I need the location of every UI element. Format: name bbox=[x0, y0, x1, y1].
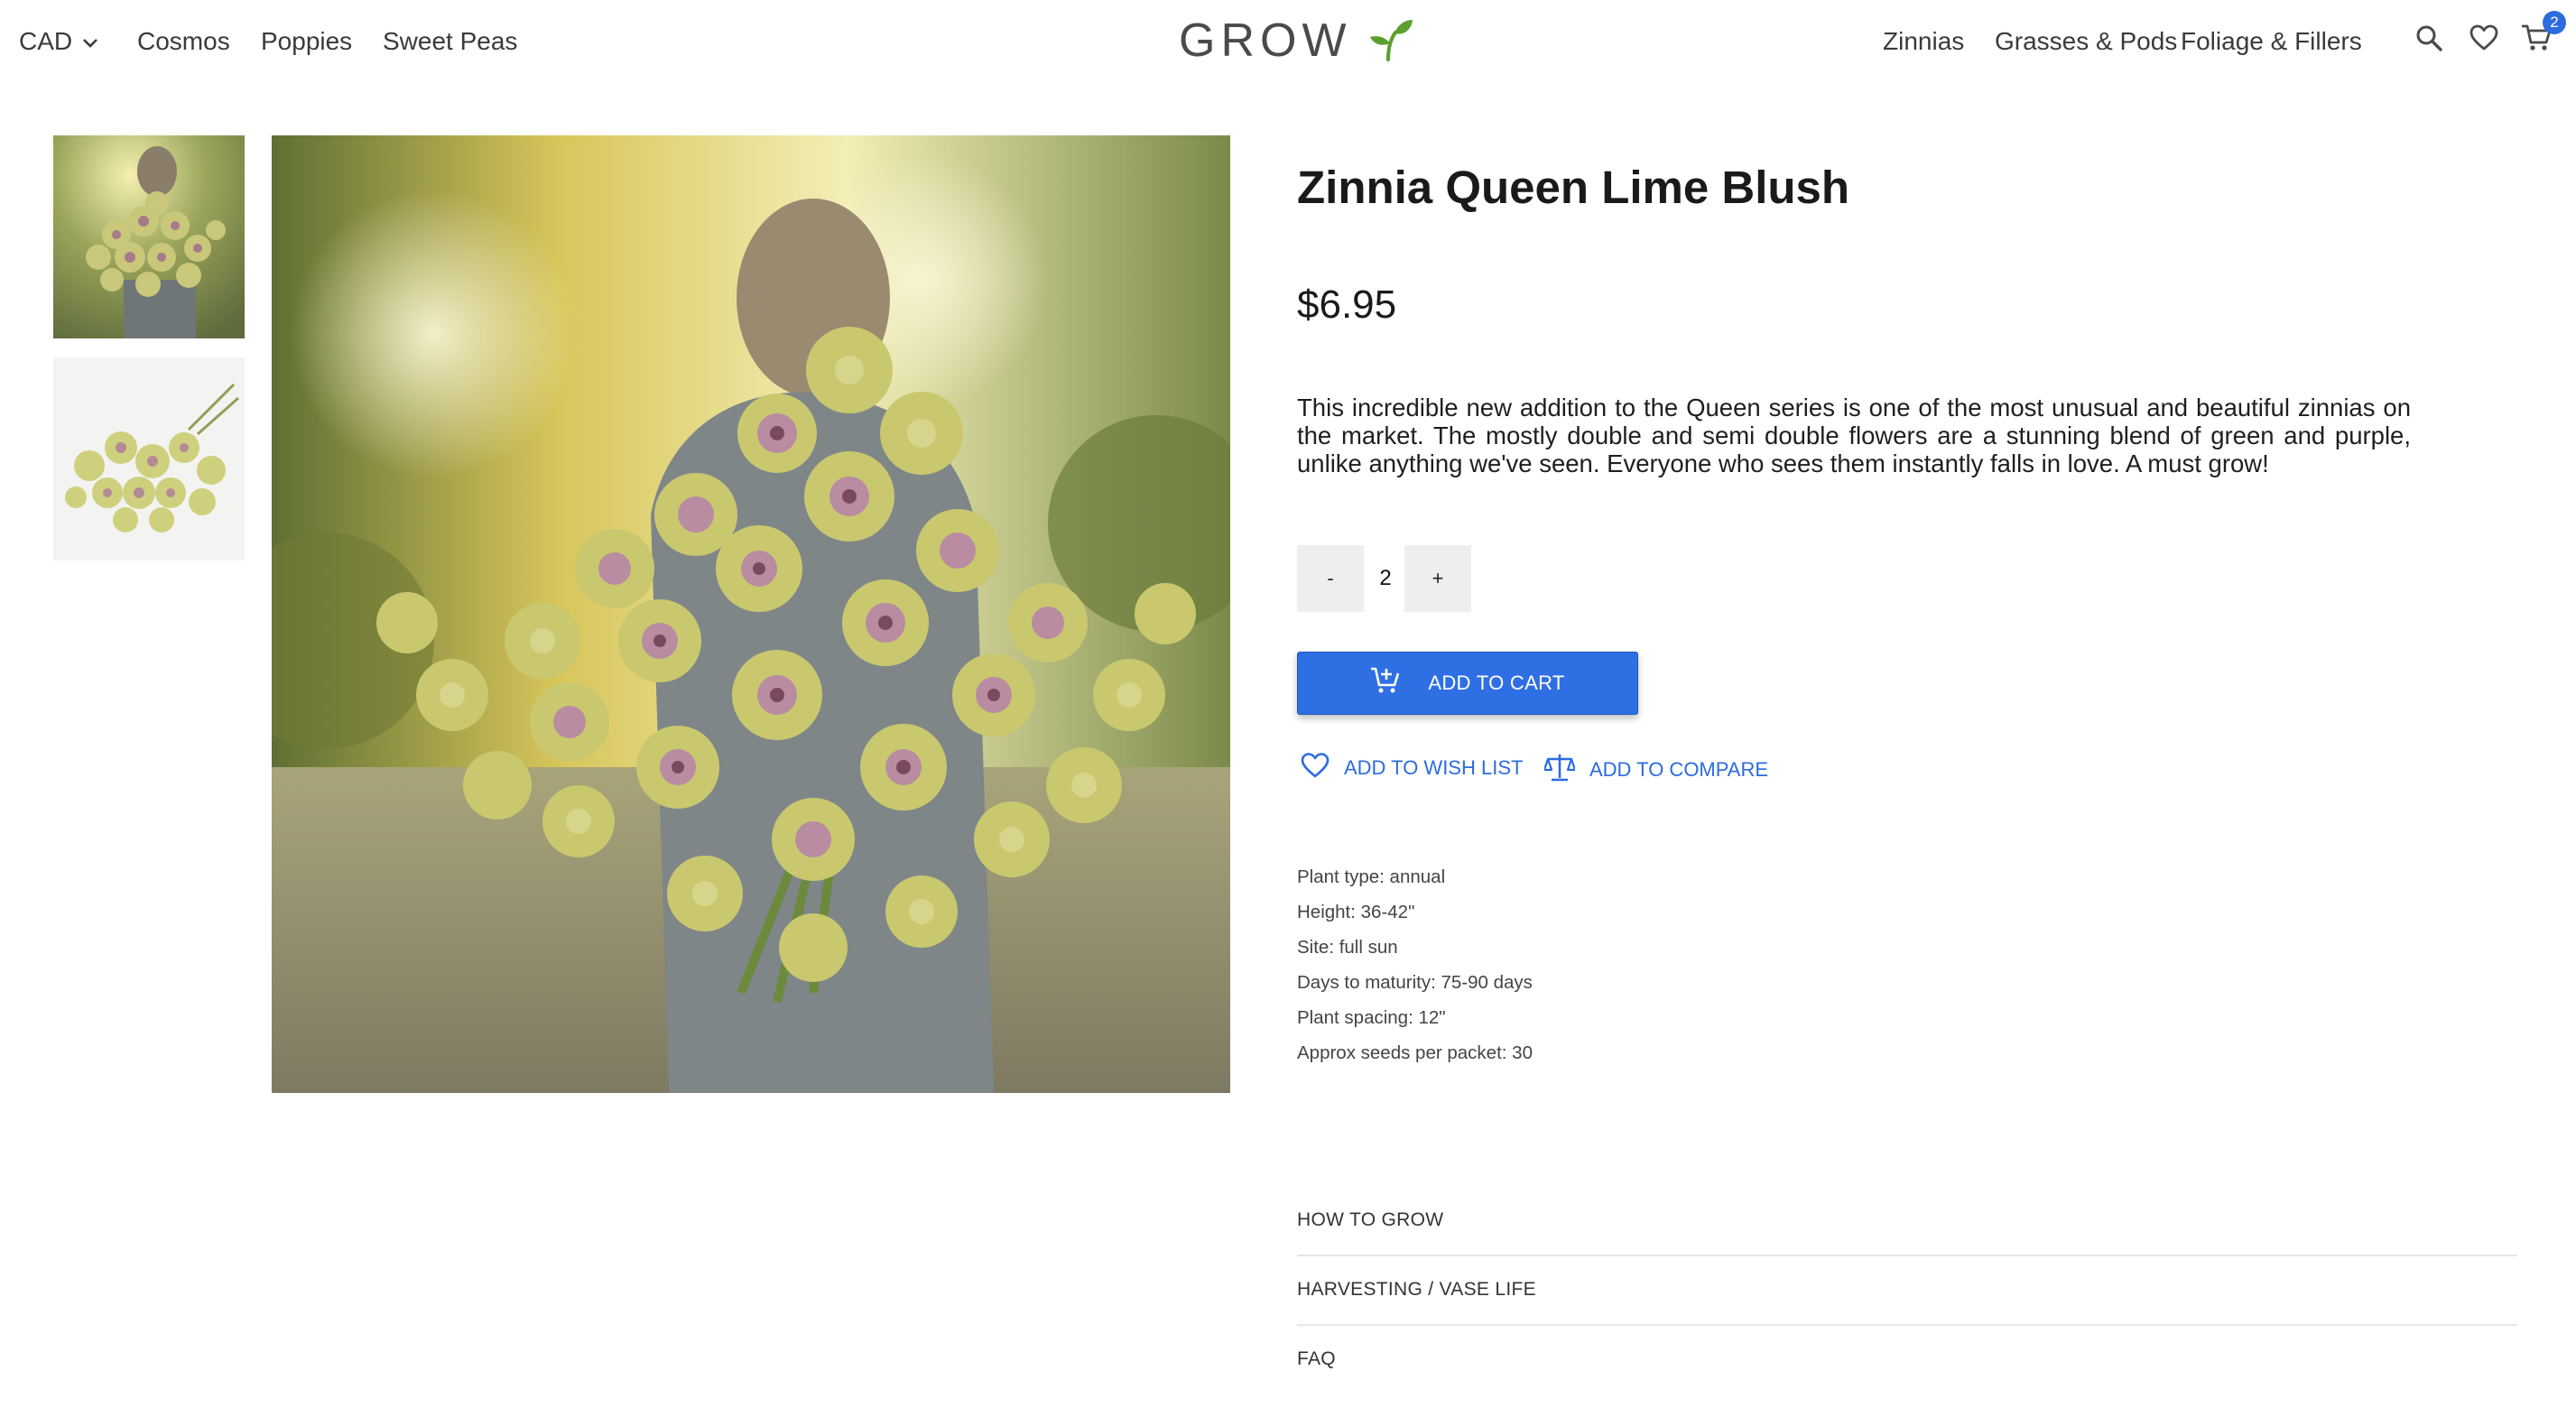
divider bbox=[1297, 1255, 2517, 1256]
currency-label: CAD bbox=[19, 27, 73, 55]
spec-seeds-per-packet: Approx seeds per packet: 30 bbox=[1297, 1042, 1533, 1063]
spec-height: Height: 36-42" bbox=[1297, 902, 1415, 922]
accordion-label: HARVESTING / VASE LIFE bbox=[1297, 1279, 1536, 1300]
quantity-value[interactable]: 2 bbox=[1364, 545, 1407, 612]
currency-selector[interactable]: CAD bbox=[19, 25, 99, 58]
add-to-wishlist-link[interactable]: ADD TO WISH LIST bbox=[1301, 753, 1523, 783]
add-to-compare-link[interactable]: ADD TO COMPARE bbox=[1543, 753, 1769, 787]
product-price: $6.95 bbox=[1297, 282, 1397, 327]
nav-link-poppies[interactable]: Poppies bbox=[261, 25, 352, 58]
divider bbox=[1297, 1324, 2517, 1326]
site-logo[interactable]: GROW bbox=[1179, 13, 1413, 69]
product-thumbnail-1[interactable] bbox=[53, 135, 245, 338]
add-to-wishlist-label: ADD TO WISH LIST bbox=[1344, 756, 1524, 779]
accordion-label: FAQ bbox=[1297, 1348, 1336, 1369]
add-to-cart-label: ADD TO CART bbox=[1428, 671, 1565, 694]
chevron-down-icon bbox=[81, 25, 99, 58]
spec-days-to-maturity: Days to maturity: 75-90 days bbox=[1297, 972, 1533, 993]
product-description: This incredible new addition to the Quee… bbox=[1297, 394, 2411, 477]
spec-plant-spacing: Plant spacing: 12" bbox=[1297, 1007, 1446, 1028]
product-title: Zinnia Queen Lime Blush bbox=[1297, 162, 1850, 213]
nav-link-sweet-peas[interactable]: Sweet Peas bbox=[383, 25, 517, 58]
accordion-how-to-grow[interactable]: HOW TO GROW bbox=[1297, 1209, 2517, 1278]
heart-icon[interactable] bbox=[2468, 22, 2500, 54]
nav-link-zinnias[interactable]: Zinnias bbox=[1883, 25, 1964, 58]
nav-link-cosmos[interactable]: Cosmos bbox=[137, 25, 230, 58]
search-icon[interactable] bbox=[2413, 22, 2445, 54]
cart-count-badge: 2 bbox=[2543, 11, 2566, 34]
quantity-increment-button[interactable]: + bbox=[1404, 545, 1471, 612]
accordion-faq[interactable]: FAQ bbox=[1297, 1348, 2517, 1417]
quantity-decrement-button[interactable]: - bbox=[1297, 545, 1364, 612]
scale-compare-icon bbox=[1543, 753, 1577, 787]
cart-plus-icon bbox=[1370, 666, 1401, 700]
spec-plant-type: Plant type: annual bbox=[1297, 866, 1446, 887]
add-to-cart-button[interactable]: ADD TO CART bbox=[1297, 652, 1638, 715]
product-thumbnail-2[interactable] bbox=[53, 357, 245, 560]
spec-site: Site: full sun bbox=[1297, 937, 1398, 958]
nav-link-grasses-pods[interactable]: Grasses & Pods bbox=[1995, 25, 2177, 58]
product-main-image[interactable] bbox=[272, 135, 1230, 1093]
accordion-harvesting-vase-life[interactable]: HARVESTING / VASE LIFE bbox=[1297, 1278, 2517, 1348]
add-to-compare-label: ADD TO COMPARE bbox=[1589, 758, 1769, 781]
logo-text: GROW bbox=[1179, 14, 1352, 67]
heart-outline-icon bbox=[1301, 753, 1330, 783]
sprout-icon bbox=[1368, 16, 1413, 66]
accordion-label: HOW TO GROW bbox=[1297, 1209, 1444, 1230]
nav-link-foliage-fillers[interactable]: Foliage & Fillers bbox=[2181, 25, 2362, 58]
